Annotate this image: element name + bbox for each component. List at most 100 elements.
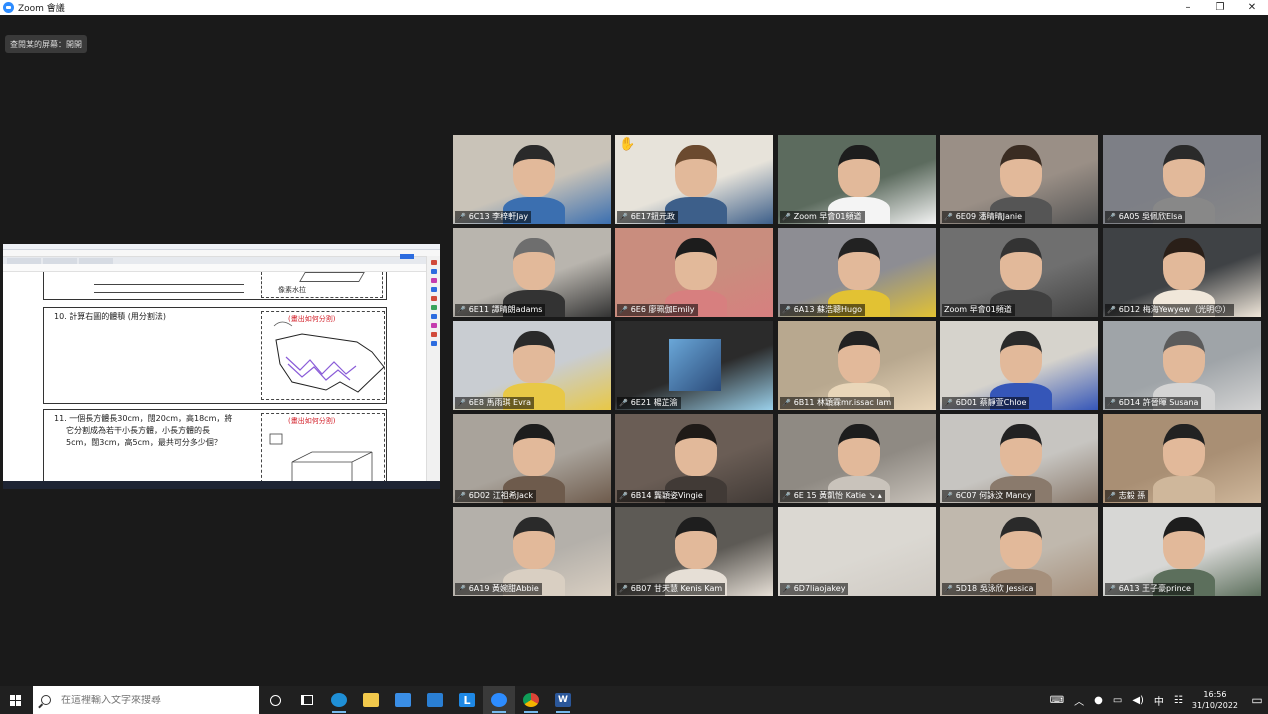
participant-name: 6D7liaojakey bbox=[793, 584, 846, 593]
word-icon: W bbox=[555, 693, 571, 707]
shared-right-toolbar bbox=[426, 256, 440, 481]
participant-video-tile[interactable]: 🎤 6C07 何詠汶 Mancy bbox=[940, 414, 1098, 503]
muted-mic-icon: 🎤 bbox=[619, 399, 628, 407]
maximize-button[interactable]: ❐ bbox=[1204, 0, 1236, 15]
taskbar-l-app[interactable]: L bbox=[451, 686, 483, 714]
task-view-button[interactable] bbox=[291, 686, 323, 714]
taskbar-zoom[interactable] bbox=[483, 686, 515, 714]
participant-face bbox=[513, 145, 555, 197]
mic-icon[interactable]: ● bbox=[1094, 695, 1103, 706]
participant-name: 6B07 甘天慧 Kenis Kam bbox=[630, 584, 723, 593]
muted-mic-icon: 🎤 bbox=[1107, 492, 1116, 500]
participant-name: 5D18 吳泳欣 Jessica bbox=[955, 584, 1034, 593]
participant-name: 6E09 潘晴晴Janie bbox=[955, 212, 1023, 221]
participant-video-tile[interactable]: 🎤 6D7liaojakey bbox=[778, 507, 936, 596]
system-tray: ⌨ ︿ ● ▭ ◀) 中 ☷ 16:56 31/10/2022 ▭ bbox=[1045, 686, 1268, 714]
participant-face bbox=[1000, 331, 1042, 383]
taskbar-clock[interactable]: 16:56 31/10/2022 bbox=[1192, 689, 1238, 711]
muted-mic-icon: 🎤 bbox=[782, 492, 791, 500]
question-10-text: 10. 計算右圖的體積 (用分割法) bbox=[54, 312, 167, 321]
participant-face bbox=[838, 331, 880, 383]
participant-video-tile[interactable]: ✋ 🎤 6E17鈕元政 bbox=[615, 135, 773, 224]
participant-video-tile[interactable]: 🎤 6E 15 黃凱怡 Katie ↘ ▴ bbox=[778, 414, 936, 503]
participant-video-tile[interactable]: 🎤 6D12 梅海Yewyew（光明😐） bbox=[1103, 228, 1261, 317]
participant-video-tile[interactable]: 🎤 6E6 廖珮伽Emily bbox=[615, 228, 773, 317]
muted-mic-icon: 🎤 bbox=[782, 213, 791, 221]
participant-face bbox=[838, 424, 880, 476]
participant-name-tag: 🎤 6D12 梅海Yewyew（光明😐） bbox=[1105, 304, 1234, 316]
start-button[interactable] bbox=[0, 686, 30, 714]
participant-video-tile[interactable]: 🎤 6B14 龔穎姿Vingie bbox=[615, 414, 773, 503]
participant-name: 6E8 馬雨琪 Evra bbox=[468, 398, 532, 407]
participant-video-tile[interactable]: 🎤 6A05 吳佩欣Elsa bbox=[1103, 135, 1261, 224]
figure-caption: 像素水拉 bbox=[278, 286, 306, 294]
muted-mic-icon: 🎤 bbox=[457, 399, 466, 407]
muted-mic-icon: 🎤 bbox=[457, 585, 466, 593]
question-11-figure: (畫出如何分割) bbox=[261, 413, 385, 484]
participant-face bbox=[675, 238, 717, 290]
participant-face bbox=[513, 424, 555, 476]
chevron-up-icon[interactable]: ︿ bbox=[1074, 693, 1084, 708]
muted-mic-icon: 🎤 bbox=[1107, 213, 1116, 221]
notification-icon[interactable]: ▭ bbox=[1246, 693, 1268, 707]
participant-video-tile[interactable]: 🎤 6A13 王子豪prince bbox=[1103, 507, 1261, 596]
ime-options-icon[interactable]: ☷ bbox=[1174, 695, 1183, 706]
shared-screen[interactable]: 像素水拉 10. 計算右圖的體積 (用分割法) (畫出如何分割) 11. 一個長… bbox=[3, 244, 440, 489]
participant-name-tag: 🎤 6B11 林穎霖mr.issac lam bbox=[780, 397, 895, 409]
participant-video-tile[interactable]: 🎤 6D02 江祖希Jack bbox=[453, 414, 611, 503]
participant-video-tile[interactable]: 🎤 6D01 蔡靜萱Chloe bbox=[940, 321, 1098, 410]
question-10-box: 10. 計算右圖的體積 (用分割法) (畫出如何分割) bbox=[43, 307, 387, 404]
participant-video-tile[interactable]: 🎤 6B07 甘天慧 Kenis Kam bbox=[615, 507, 773, 596]
ime-indicator[interactable]: 中 bbox=[1154, 693, 1164, 708]
search-input[interactable] bbox=[61, 694, 251, 706]
taskbar-file-explorer[interactable] bbox=[355, 686, 387, 714]
participant-video-tile[interactable]: 🎤 6D14 許晉暉 Susana bbox=[1103, 321, 1261, 410]
muted-mic-icon: 🎤 bbox=[457, 213, 466, 221]
participant-face bbox=[513, 331, 555, 383]
windows-logo-icon bbox=[9, 694, 21, 706]
participant-video-tile[interactable]: 🎤 6E8 馬雨琪 Evra bbox=[453, 321, 611, 410]
mail-icon bbox=[427, 693, 443, 707]
shared-menu-bar bbox=[3, 250, 440, 257]
participant-name: 6B14 龔穎姿Vingie bbox=[630, 491, 703, 500]
participant-name-tag: 🎤 6A13 王子豪prince bbox=[1105, 583, 1194, 595]
keyboard-icon[interactable]: ⌨ bbox=[1050, 695, 1064, 706]
participant-video-tile[interactable]: 🎤 6E11 譚晴朗adams bbox=[453, 228, 611, 317]
participant-video-tile[interactable]: 🎤 志毅 孫 bbox=[1103, 414, 1261, 503]
participant-name-tag: 🎤 6E09 潘晴晴Janie bbox=[942, 211, 1026, 223]
participant-video-tile[interactable]: 🎤 6B11 林穎霖mr.issac lam bbox=[778, 321, 936, 410]
meeting-stage: 查閱某的屏幕：開開 像素水拉 10. 計算右圖的體積 (用分割法) (畫出如何分… bbox=[0, 15, 1268, 686]
participant-video-tile[interactable]: 🎤 6E21 楊芷渝 bbox=[615, 321, 773, 410]
participant-video-tile[interactable]: 🎤 6E09 潘晴晴Janie bbox=[940, 135, 1098, 224]
participant-video-tile[interactable]: 🎤 6C13 李梓軒Jay bbox=[453, 135, 611, 224]
taskbar-word[interactable]: W bbox=[547, 686, 579, 714]
participant-face bbox=[838, 238, 880, 290]
cortana-icon bbox=[269, 694, 281, 706]
cortana-button[interactable] bbox=[259, 686, 291, 714]
participant-name-tag: 🎤 6E11 譚晴朗adams bbox=[455, 304, 546, 316]
participant-video-tile[interactable]: 🎤 Zoom 早會01頻道 bbox=[778, 135, 936, 224]
close-button[interactable]: ✕ bbox=[1236, 0, 1268, 15]
participant-name-tag: 🎤 6D14 許晉暉 Susana bbox=[1105, 397, 1202, 409]
taskbar-chrome[interactable] bbox=[515, 686, 547, 714]
participant-video-tile[interactable]: 🎤 6A13 蘇浩聰Hugo bbox=[778, 228, 936, 317]
muted-mic-icon: 🎤 bbox=[619, 585, 628, 593]
minimize-button[interactable]: – bbox=[1172, 0, 1204, 15]
muted-mic-icon: 🎤 bbox=[944, 492, 953, 500]
participant-name: 6E21 楊芷渝 bbox=[630, 398, 678, 407]
participant-name-tag: 🎤 志毅 孫 bbox=[1105, 490, 1149, 502]
participant-video-tile[interactable]: Zoom 早會01頻道 bbox=[940, 228, 1098, 317]
muted-mic-icon: 🎤 bbox=[944, 399, 953, 407]
taskbar-edge[interactable] bbox=[323, 686, 355, 714]
taskbar-search[interactable] bbox=[33, 686, 259, 714]
muted-mic-icon: 🎤 bbox=[1107, 306, 1116, 314]
network-icon[interactable]: ▭ bbox=[1113, 695, 1122, 706]
volume-icon[interactable]: ◀) bbox=[1132, 695, 1144, 706]
participant-video-tile[interactable]: 🎤 6A19 黃婉甜Abbie bbox=[453, 507, 611, 596]
viewing-options-button[interactable]: 查閱某的屏幕：開開 bbox=[5, 35, 87, 53]
clock-time: 16:56 bbox=[1203, 690, 1227, 699]
taskbar-mail[interactable] bbox=[419, 686, 451, 714]
participant-name: 6E11 譚晴朗adams bbox=[468, 305, 543, 314]
participant-video-tile[interactable]: 🎤 5D18 吳泳欣 Jessica bbox=[940, 507, 1098, 596]
taskbar-store[interactable] bbox=[387, 686, 419, 714]
